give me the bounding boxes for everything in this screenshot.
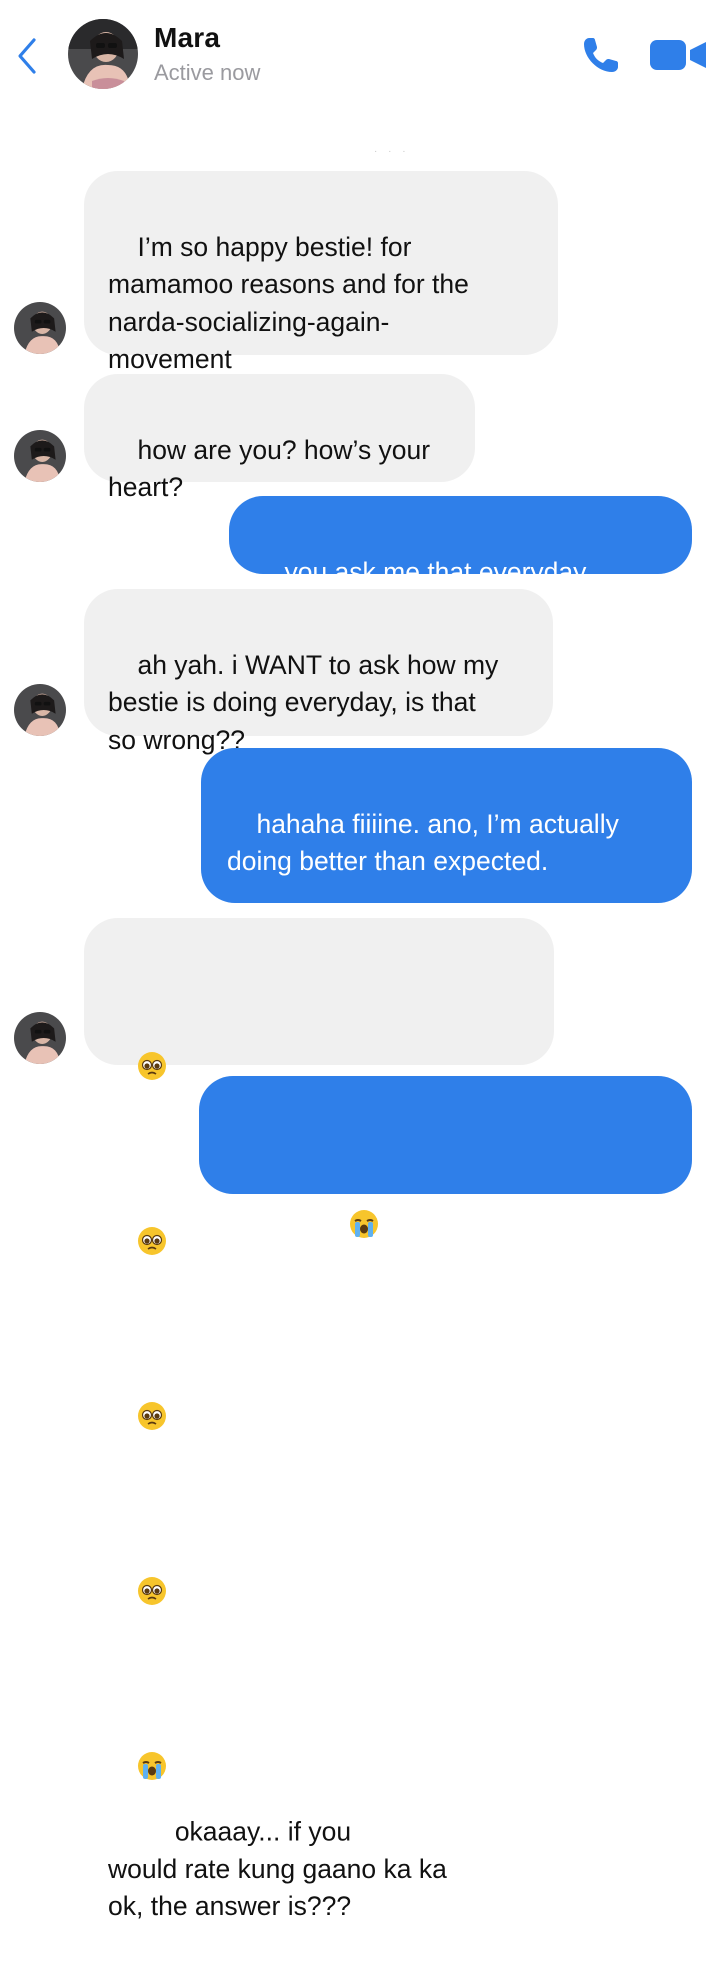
message-text: tangina: [254, 1274, 349, 1304]
sender-avatar[interactable]: [14, 302, 66, 354]
message-text: how are you? how’s your heart?: [108, 434, 431, 503]
incoming-message[interactable]: how are you? how’s your heart?: [84, 374, 475, 502]
sender-avatar[interactable]: [14, 430, 66, 482]
message-text-line: doing better than expected.: [227, 846, 549, 876]
incoming-message[interactable]: okaaay... if you would rate kung gaano ka…: [84, 918, 554, 1921]
incoming-message[interactable]: ah yah. i WANT to ask how my bestie is d…: [84, 589, 553, 755]
loudly-crying-emoji: [349, 1134, 379, 1238]
pleading-face-emoji: [137, 1151, 167, 1255]
message-text-line: hahaha fiiiine. ano, I’m actually: [256, 808, 619, 839]
loudly-crying-emoji: [137, 1676, 167, 1780]
sender-avatar[interactable]: [14, 1012, 66, 1064]
message-text: you ask me that everyday: [284, 556, 587, 587]
incoming-message[interactable]: I’m so happy bestie! for mamamoo reasons…: [84, 171, 558, 374]
pleading-face-emoji: [137, 1326, 167, 1430]
message-thread: I’m so happy bestie! for mamamoo reasons…: [0, 0, 721, 1921]
sender-avatar[interactable]: [14, 684, 66, 736]
message-text: I’m so happy bestie! for mamamoo reasons…: [108, 231, 469, 375]
outgoing-message[interactable]: you ask me that everyday: [229, 496, 692, 695]
outgoing-message[interactable]: hahaha fiiiine. ano, I’m actually doing b…: [201, 748, 692, 985]
pleading-face-emoji: [137, 976, 167, 1080]
message-text: would rate kung gaano ka ka ok, the answ…: [108, 1853, 447, 1922]
outgoing-message[interactable]: tangina heto na naman siya ahahaha: [199, 1076, 692, 1342]
message-text: ahahaha: [225, 1311, 329, 1342]
smiling-blush-emoji: [256, 881, 286, 985]
message-text: heto na naman siya: [378, 1274, 618, 1304]
pleading-face-emoji: [137, 1501, 167, 1605]
message-text: okaaay... if you: [167, 1816, 352, 1846]
